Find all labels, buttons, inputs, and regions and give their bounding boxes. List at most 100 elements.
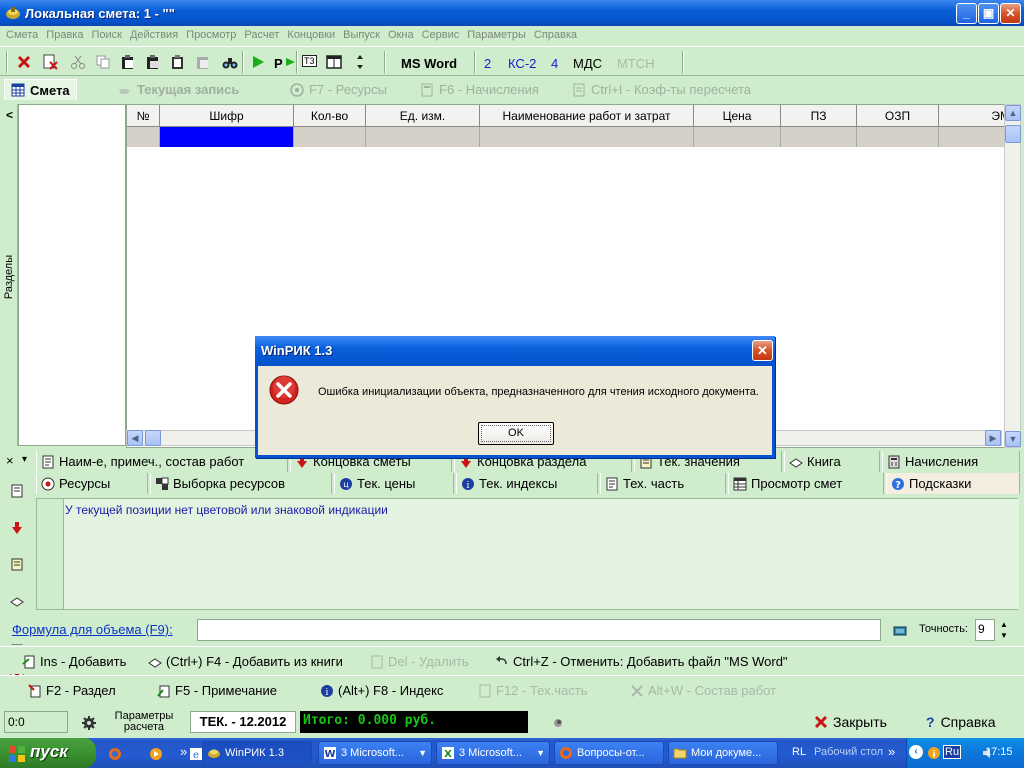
vertical-scrollbar[interactable]: ▲ ▼ (1004, 104, 1021, 448)
button-4[interactable]: 4 (551, 56, 558, 71)
tab-view-estimates[interactable]: Просмотр смет (728, 473, 884, 494)
formula-input[interactable] (197, 619, 881, 641)
book-icon[interactable] (10, 594, 24, 608)
internet-explorer-icon[interactable]: e (189, 747, 203, 761)
mtsn-button[interactable]: МТСН (617, 56, 655, 71)
price-level[interactable]: ТЕК. - 12.2012 (190, 711, 296, 733)
work-composition-button[interactable]: Alt+W - Состав работ (630, 683, 776, 698)
grid-cell[interactable] (857, 127, 939, 147)
column-header-ozp[interactable]: ОЗП (857, 105, 939, 127)
delete-document-icon[interactable] (42, 54, 58, 70)
column-header-number[interactable]: № (127, 105, 160, 127)
sections-pane[interactable] (18, 104, 126, 446)
tab-tech-part[interactable]: Тех. часть (600, 473, 726, 494)
tab-resources-bottom[interactable]: Ресурсы (36, 473, 148, 494)
task-my-documents[interactable]: Мои докуме... (668, 741, 778, 765)
column-header-unit[interactable]: Ед. изм. (366, 105, 480, 127)
maximize-button[interactable]: ▣ (978, 3, 999, 24)
tech-part-button[interactable]: F12 - Тех.часть (478, 683, 587, 698)
delete-icon[interactable] (16, 54, 32, 70)
notepad-icon[interactable] (10, 557, 24, 571)
sort-arrows-icon[interactable] (352, 54, 368, 70)
keyboard-icon[interactable] (893, 624, 907, 638)
info-warning-icon[interactable]: i (927, 746, 941, 760)
note-button[interactable]: F5 - Примечание (157, 683, 277, 698)
menu-item-calc[interactable]: Расчет (240, 29, 283, 41)
start-button[interactable]: пуск (0, 738, 96, 768)
desktop-toolbar-more[interactable]: » (888, 744, 895, 759)
cut-icon[interactable] (70, 54, 86, 70)
play-icon[interactable] (250, 54, 266, 70)
undo-button[interactable]: Ctrl+Z - Отменить: Добавить файл "MS Wor… (495, 654, 788, 669)
add-button[interactable]: Ins - Добавить (22, 654, 126, 669)
grid-cell[interactable] (366, 127, 480, 147)
red-arrow-down-icon[interactable] (10, 521, 24, 535)
menu-item-edit[interactable]: Правка (42, 29, 87, 41)
formula-link[interactable]: Формула для объема (F9): (12, 622, 173, 637)
menu-item-actions[interactable]: Действия (126, 29, 182, 41)
column-header-quantity[interactable]: Кол-во (294, 105, 366, 127)
scroll-up-button[interactable]: ▲ (1005, 105, 1021, 121)
clipboard-icon[interactable] (170, 54, 186, 70)
dialog-close-button[interactable]: ✕ (752, 340, 773, 361)
language-indicator[interactable]: Ru (943, 745, 962, 759)
paste-disabled-icon[interactable] (195, 54, 211, 70)
task-winrik[interactable]: WinРИК 1.3 (202, 741, 312, 765)
scroll-thumb[interactable] (1005, 125, 1021, 143)
calc-params-button[interactable]: Параметры расчета (114, 711, 174, 733)
column-header-price[interactable]: Цена (694, 105, 781, 127)
tab-resources[interactable]: F7 - Ресурсы (290, 79, 387, 100)
menu-item-windows[interactable]: Окна (384, 29, 418, 41)
ok-button[interactable]: OK (478, 422, 554, 445)
grid-cell[interactable] (939, 127, 1007, 147)
close-app-button[interactable]: Закрыть (814, 714, 887, 730)
tab-resource-selection[interactable]: Выборка ресурсов (150, 473, 332, 494)
column-header-name[interactable]: Наименование работ и затрат (480, 105, 694, 127)
grid-cell[interactable] (480, 127, 694, 147)
grid-cell[interactable] (694, 127, 781, 147)
scroll-down-button[interactable]: ▼ (1005, 431, 1021, 447)
hscroll-thumb[interactable] (145, 430, 161, 446)
help-button[interactable]: ? Справка (926, 714, 995, 730)
paste-icon[interactable] (120, 54, 136, 70)
close-window-button[interactable]: ✕ (1000, 3, 1021, 24)
tab-smeta[interactable]: Смета (4, 79, 77, 100)
desktop-toolbar[interactable]: Рабочий стол (814, 746, 883, 758)
section-button[interactable]: F2 - Раздел (28, 683, 116, 698)
add-from-book-button[interactable]: (Ctrl+) F4 - Добавить из книги (148, 654, 343, 669)
grid-cell[interactable] (127, 127, 160, 147)
menu-item-help[interactable]: Справка (530, 29, 581, 41)
task-excel[interactable]: X 3 Microsoft... ▼ (436, 741, 550, 765)
split-window-icon[interactable] (326, 54, 342, 70)
ks2-button[interactable]: КС-2 (508, 56, 536, 71)
column-header-code[interactable]: Шифр (160, 105, 294, 127)
tab-current-record[interactable]: Текущая запись (118, 79, 239, 100)
document-icon[interactable] (10, 484, 24, 498)
tab-current-indexes[interactable]: i Тек. индексы (456, 473, 598, 494)
mds-button[interactable]: МДС (573, 56, 602, 71)
gear-icon[interactable] (82, 715, 96, 730)
t3-button[interactable]: Т3 (302, 55, 317, 67)
precision-input[interactable]: 9 (975, 619, 995, 641)
task-word[interactable]: W 3 Microsoft... ▼ (318, 741, 432, 765)
grid-cell[interactable] (294, 127, 366, 147)
quicklaunch-more[interactable]: » (180, 744, 187, 759)
delete-button[interactable]: Del - Удалить (370, 654, 469, 669)
collapse-sections-button[interactable]: < (6, 108, 13, 122)
copy-icon[interactable] (95, 54, 111, 70)
paste-special-icon[interactable] (145, 54, 161, 70)
column-header-em[interactable]: ЭМ (939, 105, 1007, 127)
tray-expand-icon[interactable]: ‹ (909, 745, 923, 759)
scroll-right-button[interactable]: ▶ (985, 430, 1001, 446)
ms-word-button[interactable]: MS Word (401, 56, 457, 71)
column-header-pz[interactable]: ПЗ (781, 105, 857, 127)
tab-accruals[interactable]: Начисления (882, 451, 1020, 472)
tab-book[interactable]: Книга (784, 451, 880, 472)
menu-item-search[interactable]: Поиск (87, 29, 125, 41)
firefox-icon[interactable] (108, 747, 122, 761)
button-2[interactable]: 2 (484, 56, 491, 71)
tab-charges[interactable]: F6 - Начисления (420, 79, 539, 100)
menu-item-service[interactable]: Сервис (418, 29, 464, 41)
menu-item-output[interactable]: Выпуск (339, 29, 384, 41)
menu-item-params[interactable]: Параметры (463, 29, 530, 41)
